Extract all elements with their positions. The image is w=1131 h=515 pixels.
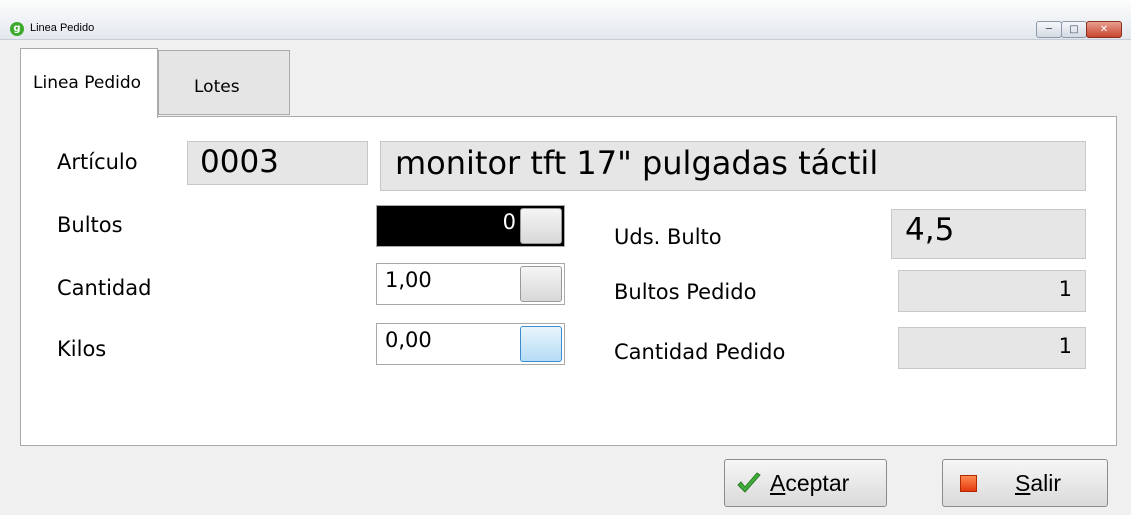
minimize-icon: ─ bbox=[1045, 24, 1053, 35]
minimize-button[interactable]: ─ bbox=[1036, 21, 1062, 38]
bultos-label: Bultos bbox=[57, 213, 123, 237]
kilos-spin-button[interactable] bbox=[520, 326, 562, 362]
articulo-code-field: 0003 bbox=[187, 141, 368, 185]
maximize-button[interactable]: □ bbox=[1061, 21, 1087, 38]
cantidad-pedido-label: Cantidad Pedido bbox=[614, 340, 786, 364]
kilos-label: Kilos bbox=[57, 337, 107, 361]
salir-label: alir bbox=[1030, 470, 1062, 496]
title-bar: g Linea Pedido ─ □ ✕ bbox=[0, 0, 1131, 40]
cantidad-label: Cantidad bbox=[57, 276, 152, 300]
bultos-value: 0 bbox=[502, 210, 516, 234]
bultos-pedido-field: 1 bbox=[898, 270, 1086, 312]
checkmark-icon bbox=[737, 472, 761, 493]
tab-lotes[interactable]: Lotes bbox=[158, 50, 290, 115]
tab-linea-pedido[interactable]: Linea Pedido bbox=[20, 48, 158, 118]
cantidad-value: 1,00 bbox=[385, 268, 432, 292]
close-button[interactable]: ✕ bbox=[1086, 21, 1122, 38]
window-title: Linea Pedido bbox=[30, 22, 95, 34]
app-logo-icon: g bbox=[10, 22, 24, 36]
uds-bulto-label: Uds. Bulto bbox=[614, 225, 722, 249]
salir-button[interactable]: Salir bbox=[942, 459, 1108, 507]
aceptar-label: ceptar bbox=[785, 470, 850, 496]
bultos-input[interactable]: 0 bbox=[376, 205, 565, 247]
maximize-icon: □ bbox=[1069, 24, 1079, 35]
cantidad-pedido-field: 1 bbox=[898, 327, 1086, 369]
bultos-pedido-label: Bultos Pedido bbox=[614, 280, 757, 304]
articulo-label: Artículo bbox=[57, 150, 138, 174]
bultos-spin-button[interactable] bbox=[520, 208, 562, 244]
kilos-input[interactable]: 0,00 bbox=[376, 323, 565, 365]
stop-icon bbox=[960, 475, 977, 492]
cantidad-input[interactable]: 1,00 bbox=[376, 263, 565, 305]
aceptar-button[interactable]: Aceptar bbox=[724, 459, 887, 507]
salir-mnemonic: S bbox=[1015, 470, 1031, 496]
close-icon: ✕ bbox=[1099, 24, 1109, 35]
kilos-value: 0,00 bbox=[385, 328, 432, 352]
uds-bulto-field: 4,5 bbox=[891, 209, 1086, 259]
cantidad-spin-button[interactable] bbox=[520, 266, 562, 302]
aceptar-mnemonic: A bbox=[770, 470, 786, 496]
articulo-description-field: monitor tft 17" pulgadas táctil bbox=[380, 141, 1086, 191]
